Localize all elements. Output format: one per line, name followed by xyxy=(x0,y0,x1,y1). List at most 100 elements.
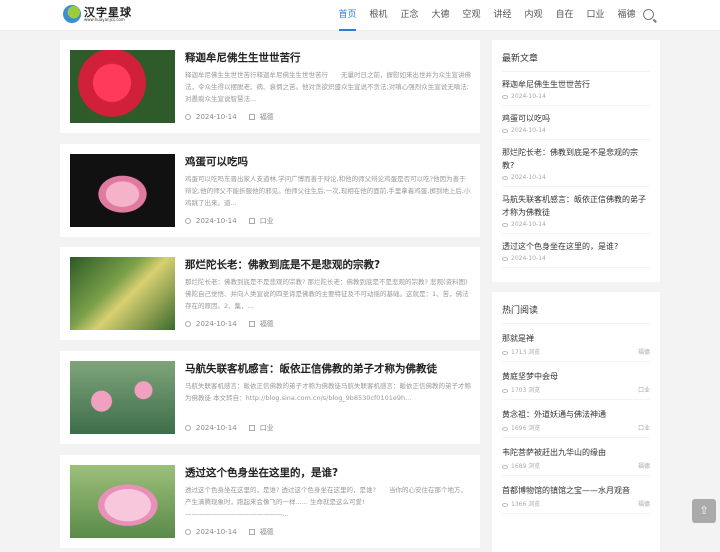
nav-item[interactable]: 讲经 xyxy=(487,0,518,31)
article-category[interactable]: 福德 xyxy=(260,112,274,122)
article-excerpt: 那烂陀长老：佛教到底是不是悲观的宗教? 那烂陀长老：佛教到底是不是悲观的宗教? … xyxy=(185,278,469,311)
article-card: 透过这个色身坐在这里的，是谁? 透过这个色身坐在这里的，是谁? 透过这个色身坐在… xyxy=(60,454,480,548)
popular-item[interactable]: 黄念祖：外道妖通与佛法神通 1696 浏览 口业 xyxy=(502,400,650,438)
nav-item[interactable]: 口业 xyxy=(580,0,611,31)
logo-url: www.huayanjcs.com xyxy=(84,16,125,22)
latest-item[interactable]: 透过这个色身坐在这里的，是谁? 2024-10-14 xyxy=(502,234,650,268)
article-title[interactable]: 那烂陀长老：佛教到底是不是悲观的宗教? xyxy=(185,257,380,272)
category-icon xyxy=(248,321,255,328)
article-category[interactable]: 福德 xyxy=(260,319,274,329)
site-logo[interactable]: 汉字星球 www.huayanjcs.com xyxy=(63,5,132,23)
eye-icon xyxy=(502,256,508,261)
eye-icon xyxy=(502,388,508,393)
article-thumbnail[interactable] xyxy=(70,257,175,331)
popular-item-title[interactable]: 黄庭坚梦中会母 xyxy=(502,370,650,383)
nav-item[interactable]: 正念 xyxy=(394,0,425,31)
popular-item-views: 1696 浏览 xyxy=(511,425,541,432)
article-card: 释迦牟尼佛生生世世苦行 释迦牟尼佛生生世世苦行释迦牟尼佛生生世世苦行 无量时日之… xyxy=(60,40,480,133)
popular-widget: 热门阅读 那就是禅 1713 浏览 福德 黄庭坚梦中会母 1703 浏览 口业 黄念祖：外道… xyxy=(492,292,660,552)
popular-item-views: 1713 浏览 xyxy=(511,349,541,356)
clock-icon xyxy=(185,114,191,120)
article-title[interactable]: 透过这个色身坐在这里的，是谁? xyxy=(185,465,338,480)
latest-articles-widget: 最新文章 释迦牟尼佛生生世世苦行 2024-10-14 鸡蛋可以吃吗 2024-10-… xyxy=(492,40,660,282)
latest-item-date: 2024-10-14 xyxy=(511,127,546,134)
popular-item-title[interactable]: 黄念祖：外道妖通与佛法神通 xyxy=(502,408,650,421)
article-thumbnail[interactable] xyxy=(70,464,175,538)
header: 汉字星球 www.huayanjcs.com 首页 根机 正念 大德 空观 讲经 内观 自在口… xyxy=(0,0,720,31)
category-icon xyxy=(248,425,255,432)
latest-item-date: 2024-10-14 xyxy=(511,255,546,262)
popular-item-category[interactable]: 口业 xyxy=(638,385,650,394)
article-thumbnail[interactable] xyxy=(70,50,175,123)
popular-item-category[interactable]: 口业 xyxy=(638,423,650,432)
article-title[interactable]: 释迦牟尼佛生生世世苦行 xyxy=(185,50,301,65)
category-icon xyxy=(248,528,255,535)
nav-item[interactable]: 空观 xyxy=(456,0,487,31)
latest-item[interactable]: 释迦牟尼佛生生世世苦行 2024-10-14 xyxy=(502,72,650,106)
nav-item[interactable]: 自在 xyxy=(549,0,580,31)
article-category[interactable]: 口业 xyxy=(260,423,274,433)
article-date: 2024-10-14 xyxy=(196,527,237,536)
latest-item-title[interactable]: 透过这个色身坐在这里的，是谁? xyxy=(502,240,650,253)
popular-item-category[interactable]: 福德 xyxy=(638,347,650,356)
article-excerpt: 释迦牟尼佛生生世世苦行释迦牟尼佛生生世世苦行 无量时日之前，摒慰如来出世并为众生… xyxy=(185,71,471,103)
latest-item[interactable]: 马航失联客机感言：皈依正信佛教的弟子才称为佛教徒 2024-10-14 xyxy=(502,187,650,234)
clock-icon xyxy=(185,528,191,535)
latest-item-date: 2024-10-14 xyxy=(511,221,546,228)
article-date: 2024-10-14 xyxy=(196,216,237,225)
popular-item-category[interactable]: 福德 xyxy=(638,499,650,508)
latest-item[interactable]: 那烂陀长老：佛教到底是不是悲观的宗教? 2024-10-14 xyxy=(502,140,650,187)
latest-item-date: 2024-10-14 xyxy=(511,174,546,181)
latest-item-title[interactable]: 那烂陀长老：佛教到底是不是悲观的宗教? xyxy=(502,146,650,172)
latest-item-date: 2024-10-14 xyxy=(511,93,546,100)
nav-item[interactable]: 内观 xyxy=(518,0,549,31)
article-excerpt: 马航失联客机感言：皈依正信佛教的弟子才称为佛教徒马航失联客机感言：皈依正信佛教的… xyxy=(185,382,471,403)
latest-item-title[interactable]: 释迦牟尼佛生生世世苦行 xyxy=(502,78,650,91)
popular-item[interactable]: 韦陀菩萨被赶出九华山的缘由 1689 浏览 福德 xyxy=(502,438,650,476)
article-date: 2024-10-14 xyxy=(196,113,237,121)
article-thumbnail[interactable] xyxy=(70,361,175,435)
clock-icon xyxy=(185,321,191,328)
nav-item[interactable]: 首页 xyxy=(332,0,363,31)
clock-icon xyxy=(185,217,191,224)
latest-item[interactable]: 鸡蛋可以吃吗 2024-10-14 xyxy=(502,106,650,140)
article-date: 2024-10-14 xyxy=(196,424,237,433)
article-date: 2024-10-14 xyxy=(196,320,237,329)
popular-item-title[interactable]: 首都博物馆的镇馆之宝——水月观音 xyxy=(502,484,650,497)
popular-item-views: 1689 浏览 xyxy=(511,463,541,470)
popular-item-title[interactable]: 韦陀菩萨被赶出九华山的缘由 xyxy=(502,446,650,459)
article-excerpt: 透过这个色身坐在这里的，是谁? 透过这个色身坐在这里的，是谁? 当你的心安住在那… xyxy=(185,485,467,518)
clock-icon xyxy=(185,425,191,432)
article-title[interactable]: 马航失联客机感言：皈依正信佛教的弟子才称为佛教徒 xyxy=(185,361,437,376)
article-excerpt: 鸡蛋可以吃吗东晋出家人支道林,学问广博而善于辩论,和他的师父辩论鸡蛋是否可以吃?… xyxy=(185,174,471,207)
popular-item-title[interactable]: 那就是禅 xyxy=(502,332,650,345)
category-icon xyxy=(248,114,255,120)
search-icon[interactable] xyxy=(643,9,654,20)
popular-item[interactable]: 黄庭坚梦中会母 1703 浏览 口业 xyxy=(502,362,650,400)
article-card: 那烂陀长老：佛教到底是不是悲观的宗教? 那烂陀长老：佛教到底是不是悲观的宗教? … xyxy=(60,247,480,341)
latest-item-title[interactable]: 鸡蛋可以吃吗 xyxy=(502,112,650,125)
article-category[interactable]: 口业 xyxy=(260,216,274,226)
eye-icon xyxy=(502,464,508,469)
back-to-top-button[interactable]: ⇧ xyxy=(692,499,716,523)
logo-name: 汉字星球 xyxy=(84,5,132,19)
article-card: 马航失联客机感言：皈依正信佛教的弟子才称为佛教徒 马航失联客机感言：皈依正信佛教… xyxy=(60,351,480,445)
article-thumbnail[interactable] xyxy=(70,153,175,227)
latest-item-title[interactable]: 马航失联客机感言：皈依正信佛教的弟子才称为佛教徒 xyxy=(502,193,650,219)
nav-item[interactable]: 根机 xyxy=(363,0,394,31)
widget-title: 热门阅读 xyxy=(502,292,650,324)
popular-item-category[interactable]: 福德 xyxy=(638,461,650,470)
popular-item-views: 1366 浏览 xyxy=(511,501,541,508)
widget-title: 最新文章 xyxy=(502,40,650,72)
article-category[interactable]: 福德 xyxy=(260,527,274,537)
article-title[interactable]: 鸡蛋可以吃吗 xyxy=(185,154,248,169)
popular-item[interactable]: 那就是禅 1713 浏览 福德 xyxy=(502,324,650,362)
eye-icon xyxy=(502,502,508,507)
eye-icon xyxy=(502,175,508,180)
rocket-icon: ⇧ xyxy=(699,504,709,517)
nav-item[interactable]: 大德 xyxy=(425,0,456,31)
eye-icon xyxy=(502,350,508,355)
popular-item[interactable]: 首都博物馆的镇馆之宝——水月观音 1366 浏览 福德 xyxy=(502,476,650,514)
logo-icon xyxy=(63,5,81,23)
nav-item[interactable]: 福德 xyxy=(611,0,642,31)
